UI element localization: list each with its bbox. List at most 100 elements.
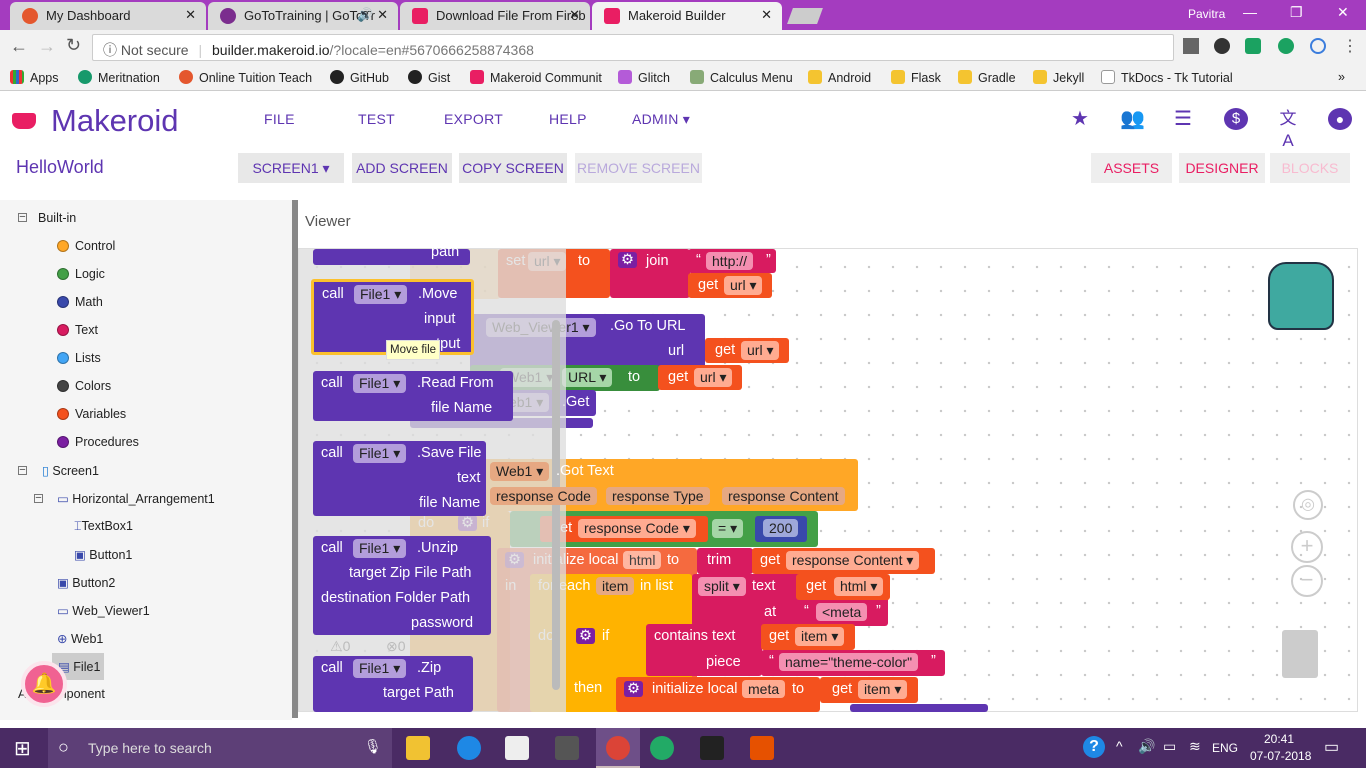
get-item-block[interactable]: get item ▾ <box>761 624 855 650</box>
block-dropdown-chip[interactable]: response Code ▾ <box>578 519 696 538</box>
store-icon[interactable] <box>505 736 529 760</box>
compare-operator-dropdown[interactable]: = ▾ <box>712 519 744 538</box>
tab-makeroid-builder[interactable]: Makeroid Builder ✕ <box>592 2 782 30</box>
bookmark-flask[interactable]: Flask <box>891 70 941 85</box>
recenter-icon[interactable]: ◎ <box>1293 490 1323 520</box>
extension-grammarly-icon[interactable] <box>1278 38 1294 54</box>
call-file1-readfrom-block[interactable]: call File1 ▾ .Read From file Name <box>313 371 513 421</box>
designer-button[interactable]: DESIGNER <box>1179 153 1265 183</box>
get-response-content-block[interactable]: get response Content ▾ <box>752 548 935 574</box>
tree-lists[interactable]: Lists <box>57 351 101 365</box>
reload-icon[interactable]: ↻ <box>66 35 81 56</box>
extension-sync-icon[interactable] <box>1310 38 1326 54</box>
block-dropdown-chip[interactable]: File1 ▾ <box>353 374 407 393</box>
collapse-icon[interactable]: − <box>18 212 27 223</box>
assets-button[interactable]: ASSETS <box>1091 153 1172 183</box>
battery-icon[interactable]: ▭ <box>1163 738 1176 755</box>
block-dropdown-chip[interactable]: split ▾ <box>698 577 746 596</box>
clock-time[interactable]: 20:41 <box>1264 732 1294 746</box>
terminal-icon[interactable] <box>700 736 724 760</box>
bookmark-github[interactable]: GitHub <box>330 70 389 85</box>
flyout-scrollbar[interactable] <box>552 320 560 690</box>
tree-math[interactable]: Math <box>57 295 103 309</box>
get-url-block[interactable]: get url ▾ <box>705 338 789 363</box>
block-dropdown-chip[interactable]: URL ▾ <box>562 368 613 387</box>
tree-control[interactable]: Control <box>57 239 115 253</box>
tab-gototraining[interactable]: GoToTraining | GoToTr 🔊 ✕ <box>208 2 398 30</box>
backpack-icon[interactable] <box>1268 262 1334 330</box>
gitkraken-icon[interactable] <box>650 736 674 760</box>
text-meta-block[interactable]: “ <meta ” <box>796 600 888 625</box>
block-dropdown-chip[interactable]: meta <box>742 680 786 698</box>
wifi-icon[interactable]: ≋ <box>1189 738 1201 755</box>
tree-colors[interactable]: Colors <box>57 379 111 393</box>
close-tab-icon[interactable]: ✕ <box>569 7 580 23</box>
block-dropdown-chip[interactable]: http:// <box>706 252 754 270</box>
warning-indicator[interactable]: ⚠0 <box>330 638 350 655</box>
zoom-out-icon[interactable]: − <box>1291 565 1323 597</box>
dollar-icon[interactable]: $ <box>1224 108 1248 130</box>
call-file1-unzip-block[interactable]: call File1 ▾ .Unzip target Zip File Path des… <box>313 536 491 635</box>
bookmark-calculus-menu[interactable]: Calculus Menu <box>690 70 793 85</box>
minimize-icon[interactable]: — <box>1243 4 1257 20</box>
tree-web1[interactable]: ⊕ Web1 <box>57 631 103 646</box>
profile-name[interactable]: Pavitra <box>1188 7 1225 21</box>
contains-text-block[interactable]: contains text piece <box>646 624 762 676</box>
block-dropdown-chip[interactable]: File1 ▾ <box>353 659 407 678</box>
tree-web-viewer1[interactable]: ▭ Web_Viewer1 <box>57 603 150 618</box>
block-dropdown-chip[interactable]: File1 ▾ <box>353 539 407 558</box>
bookmark-online-tuition[interactable]: Online Tuition Teach <box>179 70 312 85</box>
menu-help[interactable]: HELP <box>549 111 587 127</box>
tree-horizontal-arrangement1[interactable]: ▭ Horizontal_Arrangement1 <box>57 491 215 506</box>
language-indicator[interactable]: ENG <box>1212 741 1238 755</box>
extension-terminal-icon[interactable] <box>1245 38 1261 54</box>
file-explorer-icon[interactable] <box>406 736 430 760</box>
bookmark-gist[interactable]: Gist <box>408 70 450 85</box>
error-indicator[interactable]: ⊗0 <box>386 638 406 655</box>
menu-file[interactable]: FILE <box>264 111 295 127</box>
url-input[interactable]: ⓘ Not secure | builder.makeroid.io/?loca… <box>92 34 1174 61</box>
tree-text[interactable]: Text <box>57 323 98 337</box>
screen-select[interactable]: SCREEN1 ▾ <box>238 153 344 183</box>
bookmark-makeroid-community[interactable]: Makeroid Communit <box>470 70 602 85</box>
more-bookmarks[interactable]: » <box>1338 70 1345 84</box>
bookmark-jekyll[interactable]: Jekyll <box>1033 70 1084 85</box>
tree-builtin[interactable]: Built-in <box>38 211 76 225</box>
app-icon[interactable] <box>750 736 774 760</box>
get-html-block[interactable]: get html ▾ <box>796 574 890 600</box>
windows-start-icon[interactable]: ⊞ <box>14 736 31 761</box>
library-icon[interactable]: ☰ <box>1171 108 1195 130</box>
notification-bell-icon[interactable]: 🔔 <box>21 661 67 707</box>
block-dropdown-chip[interactable]: 200 <box>763 519 799 537</box>
menu-admin[interactable]: ADMIN ▾ <box>632 111 690 128</box>
block-dropdown-chip[interactable]: Web1 ▾ <box>490 462 550 481</box>
add-screen-button[interactable]: ADD SCREEN <box>352 153 452 183</box>
collapse-icon[interactable]: − <box>18 465 27 476</box>
notifications-icon[interactable]: ▭ <box>1324 737 1339 757</box>
initialize-local-meta-block[interactable]: ⚙ initialize local meta to <box>616 677 820 712</box>
block-dropdown-chip[interactable]: item <box>596 577 635 595</box>
menu-export[interactable]: EXPORT <box>444 111 503 127</box>
block-dropdown-chip[interactable]: url ▾ <box>724 276 763 295</box>
call-file1-savefile-block[interactable]: call File1 ▾ .Save File text file Name <box>313 441 486 516</box>
block-dropdown-chip[interactable]: item ▾ <box>795 627 845 646</box>
get-url-block[interactable]: get url ▾ <box>658 365 742 390</box>
bookmark-glitch[interactable]: Glitch <box>618 70 670 85</box>
bookmark-meritnation[interactable]: Meritnation <box>78 70 160 85</box>
maximize-icon[interactable]: ❐ <box>1290 4 1303 21</box>
trim-block[interactable]: trim <box>697 548 753 574</box>
logo-text[interactable]: Makeroid <box>51 103 179 139</box>
blocks-button[interactable]: BLOCKS <box>1270 153 1350 183</box>
collapse-icon[interactable]: − <box>34 493 43 504</box>
chrome-taskbar-button[interactable] <box>596 728 640 768</box>
close-tab-icon[interactable]: ✕ <box>761 7 772 23</box>
edge-icon[interactable] <box>457 736 481 760</box>
new-tab-button[interactable] <box>787 8 823 24</box>
volume-icon[interactable]: 🔊 <box>1138 738 1155 755</box>
close-window-icon[interactable]: ✕ <box>1337 4 1349 21</box>
tree-screen1[interactable]: ▯ Screen1 <box>42 463 99 478</box>
tree-procedures[interactable]: Procedures <box>57 435 139 449</box>
block-dropdown-chip[interactable]: File1 ▾ <box>354 285 408 304</box>
block-dropdown-chip[interactable]: response Code <box>490 487 597 505</box>
block-dropdown-chip[interactable]: url ▾ <box>694 368 733 387</box>
